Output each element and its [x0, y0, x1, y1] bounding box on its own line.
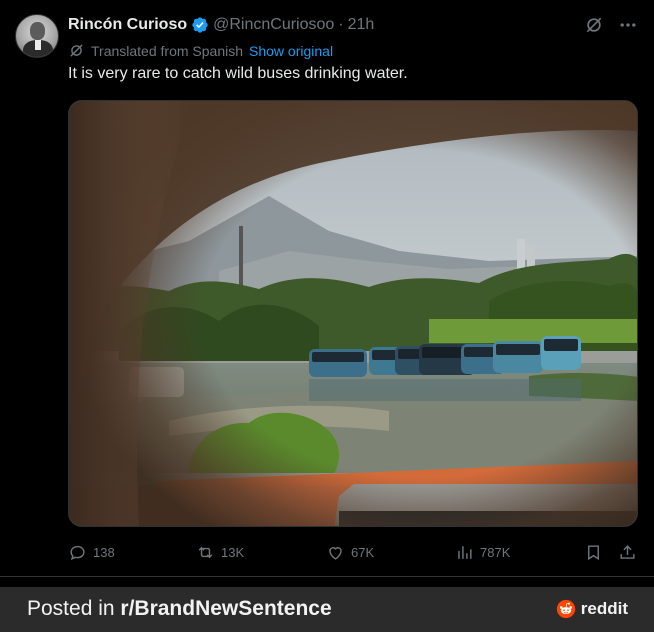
show-original-link[interactable]: Show original	[249, 43, 333, 59]
views-count: 787K	[480, 544, 511, 560]
grok-icon[interactable]	[584, 15, 604, 35]
views-button[interactable]: 787K	[455, 540, 510, 564]
user-handle[interactable]: @RincnCuriosoo	[213, 16, 334, 34]
translate-icon	[70, 44, 83, 57]
reddit-footer-banner: Posted in r/BrandNewSentence reddit	[0, 587, 654, 632]
bookmark-icon	[588, 544, 599, 560]
reply-count: 138	[93, 544, 115, 560]
reply-icon	[70, 545, 85, 560]
like-count: 67K	[351, 544, 375, 560]
subreddit-name[interactable]: r/BrandNewSentence	[120, 597, 331, 620]
photo-buses-in-flooded-lot	[69, 101, 637, 526]
divider	[0, 576, 654, 577]
tweet-actions: 138 13K 67K 787K	[68, 540, 638, 564]
separator-dot: ·	[338, 16, 344, 33]
tweet-top-actions	[584, 15, 638, 35]
views-icon	[458, 545, 472, 559]
timestamp[interactable]: 21h	[348, 16, 375, 34]
avatar[interactable]	[15, 14, 59, 58]
share-icon	[620, 544, 635, 559]
posted-in-text: Posted in r/BrandNewSentence	[27, 597, 332, 621]
translation-notice: Translated from Spanish Show original	[68, 42, 333, 59]
verified-badge-icon	[192, 17, 208, 33]
display-name[interactable]: Rincón Curioso	[68, 16, 187, 34]
repost-count: 13K	[221, 544, 245, 560]
like-icon	[329, 546, 342, 560]
more-icon[interactable]	[618, 15, 638, 35]
tweet-text: It is very rare to catch wild buses drin…	[68, 65, 408, 82]
tweet-card: Rincón Curioso @RincnCuriosoo · 21h Tran…	[0, 0, 654, 582]
reddit-brand[interactable]: reddit	[556, 599, 628, 619]
share-button[interactable]	[618, 540, 637, 564]
bookmark-button[interactable]	[584, 540, 603, 564]
reddit-wordmark: reddit	[580, 599, 628, 618]
like-button[interactable]: 67K	[326, 540, 374, 564]
repost-icon	[198, 546, 213, 558]
repost-button[interactable]: 13K	[196, 540, 244, 564]
tweet-header: Rincón Curioso @RincnCuriosoo · 21h	[68, 14, 374, 36]
reply-button[interactable]: 138	[68, 540, 115, 564]
tweet-photo[interactable]	[68, 100, 638, 527]
translated-label: Translated from Spanish	[91, 42, 243, 59]
posted-prefix: Posted in	[27, 597, 121, 620]
reddit-logo-icon	[556, 599, 575, 619]
